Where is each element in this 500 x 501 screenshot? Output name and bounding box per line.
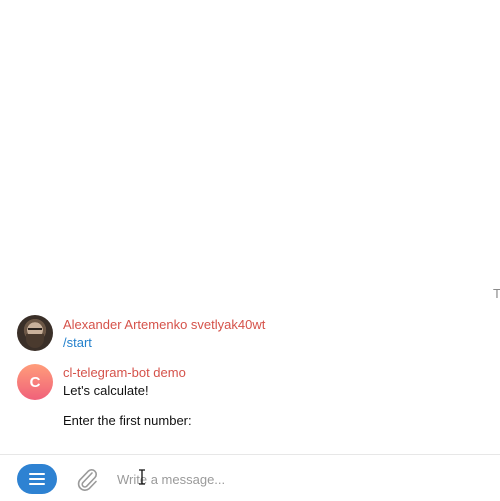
menu-icon (29, 473, 45, 485)
message-input[interactable] (117, 469, 477, 489)
sender-name[interactable]: cl-telegram-bot demo (63, 365, 186, 380)
text-cursor-icon (139, 469, 145, 485)
message-text: Let's calculate! (63, 383, 149, 398)
message-bot: C cl-telegram-bot demo Let's calculate! … (17, 364, 487, 434)
bot-command-link[interactable]: /start (63, 335, 92, 350)
sender-name[interactable]: Alexander Artemenko svetlyak40wt (63, 317, 265, 332)
bot-avatar[interactable]: C (17, 364, 53, 400)
bot-menu-button[interactable] (17, 464, 57, 494)
attach-button[interactable] (75, 466, 99, 492)
message-composer (0, 454, 500, 501)
message-text: Enter the first number: (63, 413, 192, 428)
message-user: Alexander Artemenko svetlyak40wt /start (17, 315, 487, 355)
user-avatar[interactable] (17, 315, 53, 351)
clipped-edge-text: T (493, 286, 500, 301)
chat-history: T Alexander Artemenko svetlyak40wt /star… (0, 0, 500, 454)
paperclip-icon (77, 468, 98, 492)
